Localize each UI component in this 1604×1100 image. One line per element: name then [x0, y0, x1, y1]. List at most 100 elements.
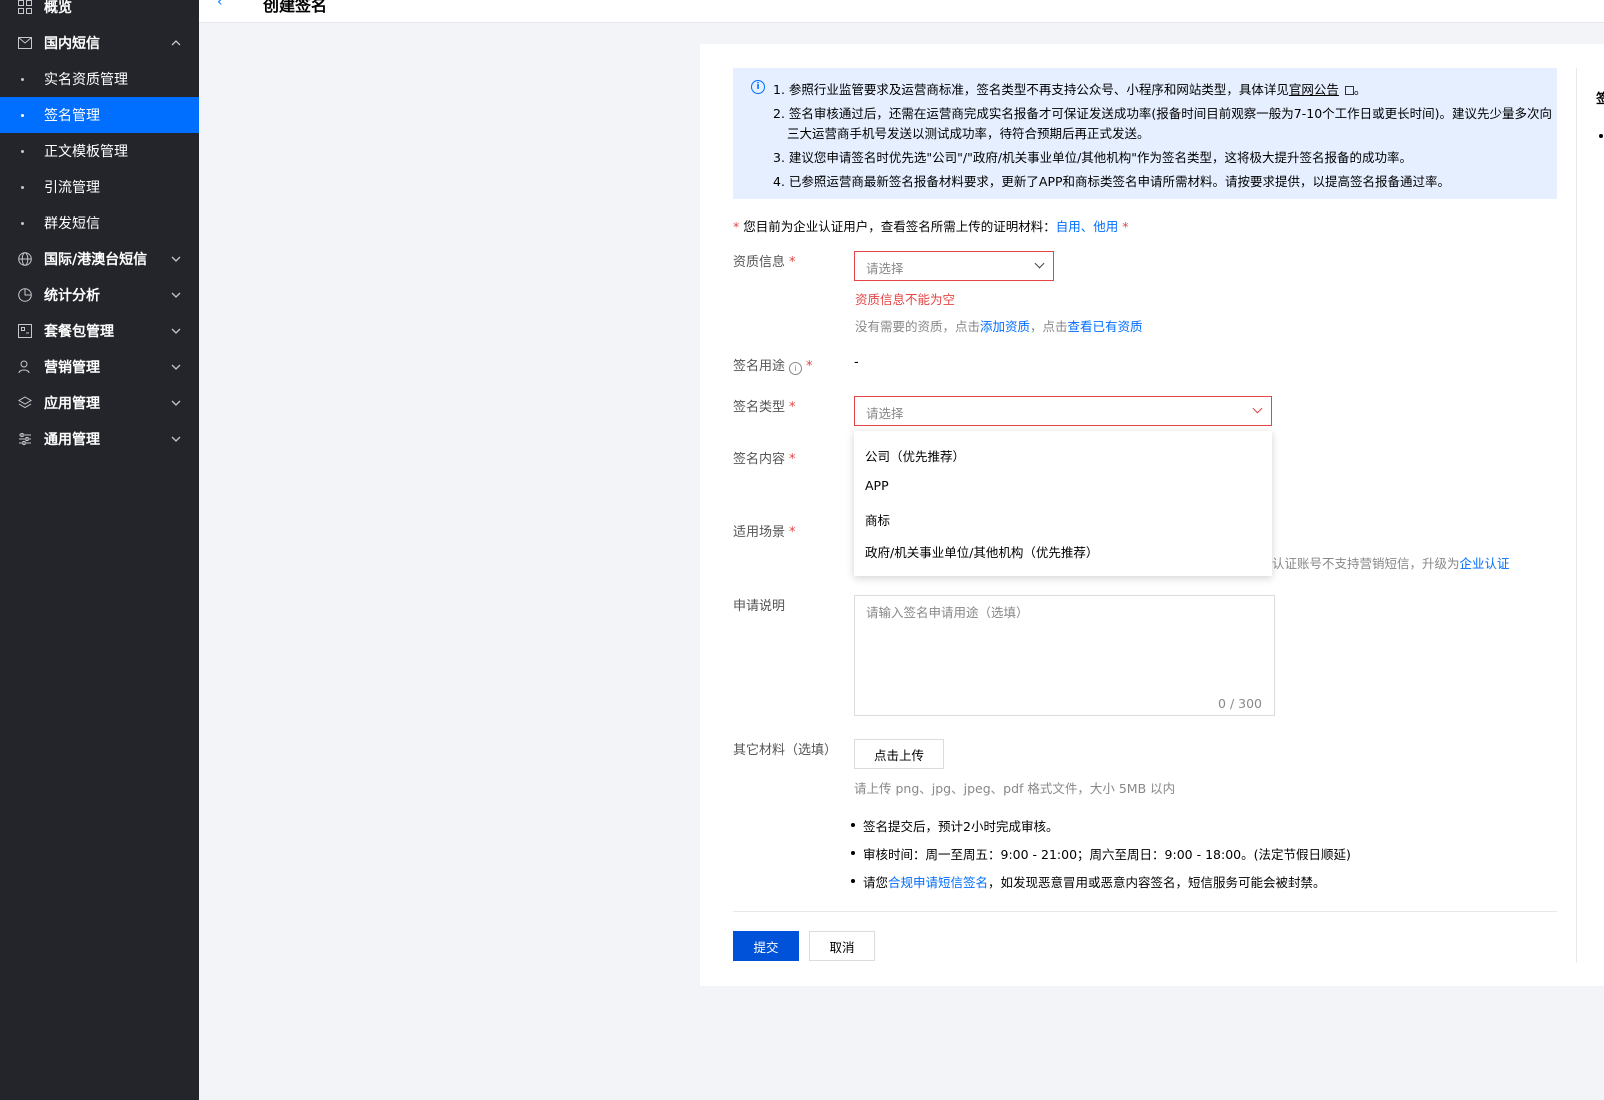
upload-button[interactable]: 点击上传	[854, 739, 944, 769]
chevron-down-icon	[1034, 258, 1045, 269]
nav-label: 正文模板管理	[44, 144, 128, 160]
note-item: 签名提交后，预计2小时完成审核。	[851, 816, 1058, 835]
grid-icon	[17, 0, 33, 15]
label-text: 签名用途	[733, 359, 786, 374]
select-placeholder: 请选择	[866, 261, 904, 276]
nav-label: 实名资质管理	[44, 72, 128, 88]
sliders-icon	[17, 431, 33, 447]
cancel-button[interactable]: 取消	[809, 931, 875, 961]
note-item: 审核时间：周一至周五：9:00 - 21:00；周六至周日：9:00 - 18:…	[851, 844, 1351, 863]
other-use-link[interactable]: 他用	[1093, 219, 1118, 234]
separator: 、	[1080, 219, 1094, 234]
compliance-link[interactable]: 合规申请短信签名	[888, 875, 988, 890]
add-qualification-link[interactable]: 添加资质	[980, 319, 1030, 334]
nav-overview[interactable]: 概览	[0, 0, 199, 25]
layers-icon	[17, 395, 33, 411]
bullet-dot	[21, 149, 24, 153]
notice-line-1: 1. 参照行业监管要求及运营商标准，签名类型不再支持公众号、小程序和网站类型，具…	[773, 79, 1366, 98]
chevron-up-icon	[171, 40, 181, 46]
nav-domestic-sms[interactable]: 国内短信	[0, 25, 199, 61]
hint-text: 没有需要的资质，点击	[855, 319, 981, 334]
help-icon[interactable]: i	[789, 362, 803, 375]
nav-international-sms[interactable]: 国际/港澳台短信	[0, 241, 199, 277]
notice-line-3: 3. 建议您申请签名时优先选"公司"/"政府/机关事业单位/其他机构"作为签名类…	[773, 150, 1413, 165]
nav-label: 营销管理	[44, 360, 100, 376]
purpose-value: -	[854, 355, 859, 370]
nav-label: 概览	[44, 0, 72, 16]
submit-button[interactable]: 提交	[733, 931, 799, 961]
chevron-down-icon	[171, 256, 181, 262]
option-app[interactable]: APP	[865, 478, 889, 493]
sidebar-item-template[interactable]: 正文模板管理	[0, 133, 199, 169]
notice-banner: i 1. 参照行业监管要求及运营商标准，签名类型不再支持公众号、小程序和网站类型…	[733, 68, 1557, 199]
notice-line-2b: 三大运营商手机号发送以测试成功率，待符合预期后再正式发送。	[787, 126, 1150, 141]
vertical-divider	[1576, 68, 1577, 963]
page-header: ‹ 创建签名	[199, 0, 1604, 23]
signature-type-dropdown: 公司（优先推荐） APP 商标 政府/机关事业单位/其他机构（优先推荐）	[854, 431, 1272, 576]
signature-type-select[interactable]: 请选择	[854, 396, 1272, 426]
chevron-down-icon	[171, 364, 181, 370]
required-mark: *	[789, 255, 796, 270]
sidebar-item-traffic[interactable]: 引流管理	[0, 169, 199, 205]
official-notice-link[interactable]: 官网公告	[1289, 82, 1339, 97]
sidebar-item-bulk-sms[interactable]: 群发短信	[0, 205, 199, 241]
option-company[interactable]: 公司（优先推荐）	[865, 446, 965, 465]
chevron-down-icon	[171, 292, 181, 298]
nav-package[interactable]: 套餐包管理	[0, 313, 199, 349]
mail-icon	[17, 35, 33, 51]
sidebar-item-signature[interactable]: 签名管理	[0, 97, 199, 133]
textarea-placeholder: 请输入签名申请用途（选填）	[866, 605, 1029, 620]
nav-label: 套餐包管理	[44, 324, 114, 340]
notice-line-2: 2. 签名审核通过后，还需在运营商完成实名报备才可保证发送成功率(报备时间目前观…	[773, 106, 1553, 121]
side-panel-bullet	[1599, 134, 1603, 138]
note-text: 审核时间：周一至周五：9:00 - 21:00；周六至周日：9:00 - 18:…	[863, 847, 1351, 862]
view-qualification-link[interactable]: 查看已有资质	[1068, 319, 1143, 334]
requirement-line: * 您目前为企业认证用户，查看签名所需上传的证明材料：自用、他用 *	[733, 216, 1129, 235]
hint-text: 认证账号不支持营销短信，升级为	[1272, 556, 1460, 571]
purpose-label: 签名用途 i *	[733, 355, 813, 375]
sidebar-item-qualification[interactable]: 实名资质管理	[0, 61, 199, 97]
form-divider	[733, 911, 1557, 912]
label-text: 签名类型	[733, 400, 786, 415]
chevron-down-icon	[171, 328, 181, 334]
note-text: ，如发现恶意冒用或恶意内容签名，短信服务可能会被封禁。	[988, 875, 1326, 890]
qualification-hint: 没有需要的资质，点击添加资质，点击查看已有资质	[855, 316, 1143, 335]
qualification-label: 资质信息 *	[733, 251, 796, 270]
note-text: 签名提交后，预计2小时完成审核。	[863, 819, 1059, 834]
side-panel-title: 签	[1596, 92, 1604, 107]
qualification-error: 资质信息不能为空	[855, 292, 956, 307]
info-icon: i	[751, 80, 765, 94]
required-mark: *	[789, 525, 796, 540]
nav-label: 引流管理	[44, 180, 100, 196]
label-text: 适用场景	[733, 525, 786, 540]
upload-hint: 请上传 png、jpg、jpeg、pdf 格式文件，大小 5MB 以内	[854, 781, 1176, 796]
nav-marketing[interactable]: 营销管理	[0, 349, 199, 385]
char-counter: 0 / 300	[1218, 696, 1262, 711]
self-use-link[interactable]: 自用	[1056, 219, 1081, 234]
nav-statistics[interactable]: 统计分析	[0, 277, 199, 313]
option-trademark[interactable]: 商标	[865, 510, 890, 529]
required-mark: *	[1122, 219, 1129, 234]
description-textarea[interactable]: 请输入签名申请用途（选填） 0 / 300	[854, 595, 1275, 716]
other-materials-label: 其它材料（选填）	[733, 743, 838, 758]
nav-label: 国内短信	[44, 36, 100, 52]
signature-type-label: 签名类型 *	[733, 396, 796, 415]
note-text: 请您	[863, 875, 889, 890]
user-group-icon	[17, 359, 33, 375]
option-government[interactable]: 政府/机关事业单位/其他机构（优先推荐）	[865, 542, 1098, 561]
notice-line-4: 4. 已参照运营商最新签名报备材料要求，更新了APP和商标类签名申请所需材料。请…	[773, 174, 1451, 189]
bullet-dot	[21, 185, 24, 189]
page-title: 创建签名	[263, 0, 328, 15]
nav-application[interactable]: 应用管理	[0, 385, 199, 421]
qualification-select[interactable]: 请选择	[854, 251, 1054, 281]
scene-label: 适用场景 *	[733, 521, 796, 540]
required-mark: *	[733, 219, 740, 234]
select-placeholder: 请选择	[866, 406, 904, 421]
required-mark: *	[789, 400, 796, 415]
nav-general[interactable]: 通用管理	[0, 421, 199, 457]
back-arrow-icon[interactable]: ‹	[217, 0, 223, 10]
external-link-icon	[1344, 86, 1354, 95]
enterprise-auth-link[interactable]: 企业认证	[1460, 556, 1510, 571]
requirement-text: 您目前为企业认证用户，查看签名所需上传的证明材料：	[743, 219, 1056, 234]
note-item: 请您合规申请短信签名，如发现恶意冒用或恶意内容签名，短信服务可能会被封禁。	[851, 872, 1326, 891]
